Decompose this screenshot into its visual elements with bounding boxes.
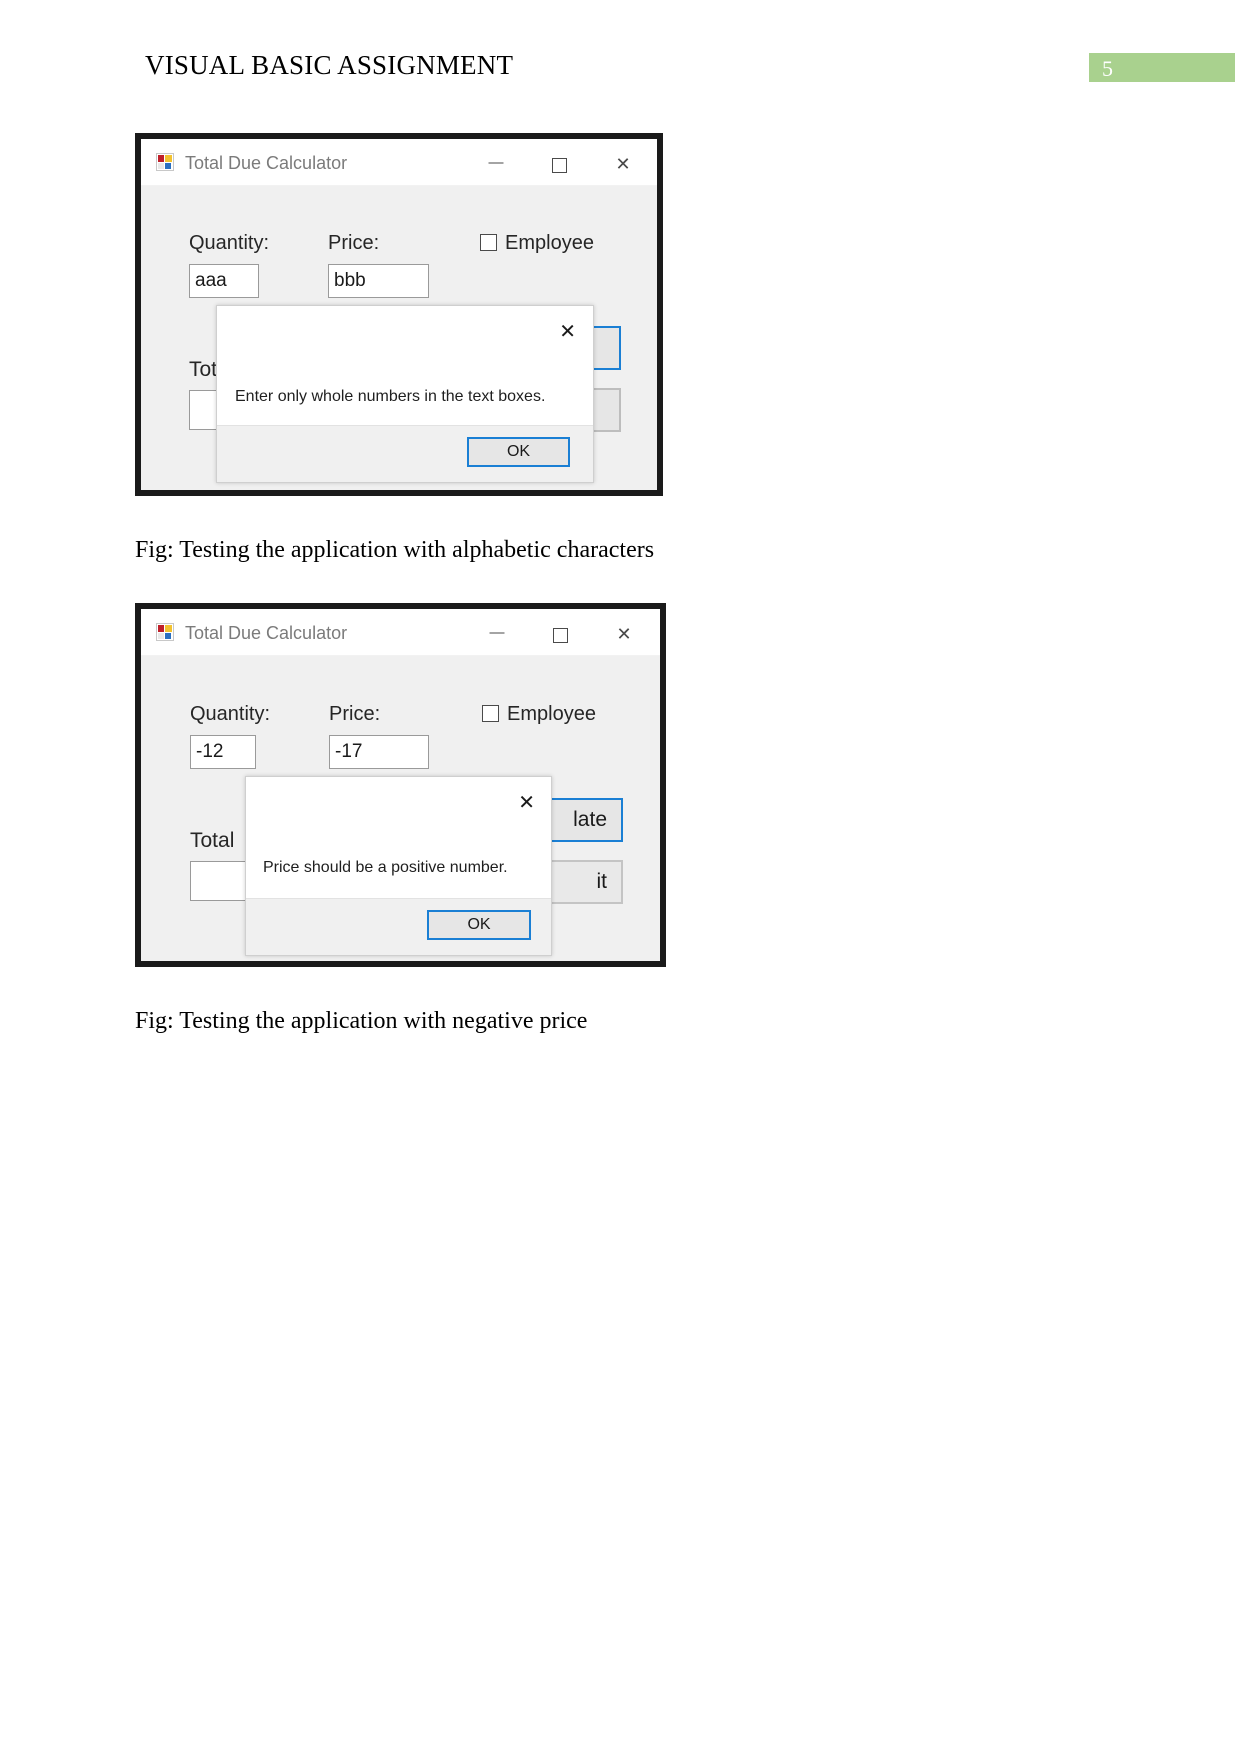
quantity-label-1: Quantity: <box>189 232 270 254</box>
dialog-footer-1: OK <box>217 425 593 482</box>
figure-caption-1: Fig: Testing the application with alphab… <box>135 537 655 563</box>
quantity-label-2: Quantity: <box>190 703 271 725</box>
window-title-2: Total Due Calculator <box>185 623 348 643</box>
minimize-icon[interactable] <box>487 155 505 170</box>
price-input-1[interactable]: bbb <box>328 264 429 298</box>
screenshot-frame-1: Total Due Calculator Quantity: aaa Price… <box>135 133 663 496</box>
employee-checkbox-1[interactable] <box>480 234 497 251</box>
minimize-icon[interactable] <box>488 625 506 640</box>
maximize-icon[interactable] <box>553 628 568 643</box>
price-input-value-1: bbb <box>334 270 366 291</box>
vb-app-icon <box>156 153 174 171</box>
total-label-2: Total <box>190 829 235 852</box>
dialog-close-icon-2[interactable] <box>518 793 535 813</box>
dialog-close-icon-1[interactable] <box>559 322 576 342</box>
window-titlebar-1: Total Due Calculator <box>141 139 657 186</box>
figure-2: Total Due Calculator Quantity: -12 Price… <box>135 603 666 1034</box>
employee-checkbox-label-2: Employee <box>507 703 596 725</box>
message-dialog-2: Price should be a positive number. OK <box>245 776 552 956</box>
price-label-2: Price: <box>329 703 381 725</box>
total-due-calculator-window-2: Total Due Calculator Quantity: -12 Price… <box>141 609 660 961</box>
close-icon[interactable] <box>615 625 633 643</box>
page-header: VISUAL BASIC ASSIGNMENT 5 <box>0 0 1241 110</box>
price-input-2[interactable]: -17 <box>329 735 429 769</box>
employee-checkbox-label-1: Employee <box>505 232 594 254</box>
page-number-badge: 5 <box>1089 53 1235 82</box>
quantity-input-2[interactable]: -12 <box>190 735 256 769</box>
figure-1: Total Due Calculator Quantity: aaa Price… <box>135 133 663 563</box>
window-titlebar-2: Total Due Calculator <box>141 609 660 656</box>
window-title-1: Total Due Calculator <box>185 153 348 173</box>
vb-app-icon <box>156 623 174 641</box>
dialog-footer-2: OK <box>246 898 551 955</box>
page-number: 5 <box>1102 56 1113 81</box>
total-due-calculator-window-1: Total Due Calculator Quantity: aaa Price… <box>141 139 657 490</box>
price-label-1: Price: <box>328 232 380 254</box>
quantity-input-1[interactable]: aaa <box>189 264 259 298</box>
dialog-message-1: Enter only whole numbers in the text box… <box>235 388 546 405</box>
close-icon[interactable] <box>614 155 632 173</box>
maximize-icon[interactable] <box>552 158 567 173</box>
calculate-button-label-2: late <box>573 808 607 831</box>
page-title: VISUAL BASIC ASSIGNMENT <box>145 50 514 80</box>
dialog-ok-button-2[interactable]: OK <box>427 910 531 940</box>
figure-caption-2: Fig: Testing the application with negati… <box>135 1008 588 1034</box>
total-label-1: Tot <box>189 358 218 381</box>
quantity-input-value-1: aaa <box>195 270 227 291</box>
screenshot-frame-2: Total Due Calculator Quantity: -12 Price… <box>135 603 666 967</box>
message-dialog-1: Enter only whole numbers in the text box… <box>216 305 594 483</box>
quantity-input-value-2: -12 <box>196 741 224 762</box>
dialog-ok-button-1[interactable]: OK <box>467 437 570 467</box>
employee-checkbox-2[interactable] <box>482 705 499 722</box>
exit-button-label-2: it <box>596 870 608 893</box>
price-input-value-2: -17 <box>335 741 363 762</box>
dialog-message-2: Price should be a positive number. <box>263 859 508 876</box>
